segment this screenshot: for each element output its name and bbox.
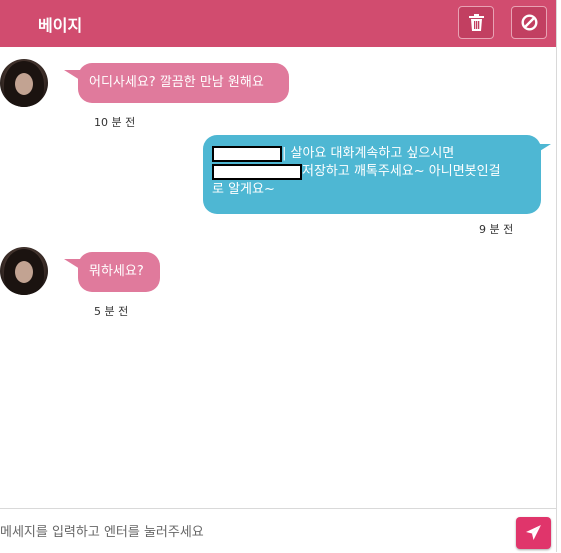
message-text: | 살아요 대화계속하고 싶으시면	[282, 146, 455, 161]
chat-title: 베이지	[38, 16, 83, 35]
message-text: 뭐하세요?	[89, 264, 144, 279]
redacted-block	[212, 145, 282, 162]
trash-icon	[469, 14, 484, 31]
redacted-block	[212, 163, 302, 180]
block-user-button[interactable]	[511, 6, 547, 39]
avatar[interactable]	[0, 59, 48, 107]
chat-window: 베이지 어디사세요? 깔끔한 만남 원해요 10 분 전 | 살아요 대화계속하…	[0, 0, 557, 553]
incoming-message-bubble: 어디사세요? 깔끔한 만남 원해요	[78, 63, 289, 103]
outgoing-message-bubble: | 살아요 대화계속하고 싶으시면 저장하고 깨톡주세요~ 아니면봇인걸 로 알…	[203, 135, 541, 214]
message-text: 어디사세요? 깔끔한 만남 원해요	[89, 75, 264, 90]
message-text: 저장하고 깨톡주세요~ 아니면봇인걸	[302, 164, 501, 179]
block-icon	[521, 14, 538, 31]
delete-chat-button[interactable]	[458, 6, 494, 39]
send-icon	[526, 525, 541, 540]
message-timestamp: 9 분 전	[479, 223, 514, 236]
message-text: 로 알게요~	[212, 182, 275, 197]
avatar[interactable]	[0, 247, 48, 295]
send-button[interactable]	[516, 517, 551, 549]
message-composer	[0, 508, 556, 553]
message-timestamp: 10 분 전	[94, 116, 136, 129]
message-timestamp: 5 분 전	[94, 305, 129, 318]
message-input[interactable]	[0, 517, 500, 547]
incoming-message-bubble: 뭐하세요?	[78, 252, 160, 292]
chat-header: 베이지	[0, 0, 556, 47]
